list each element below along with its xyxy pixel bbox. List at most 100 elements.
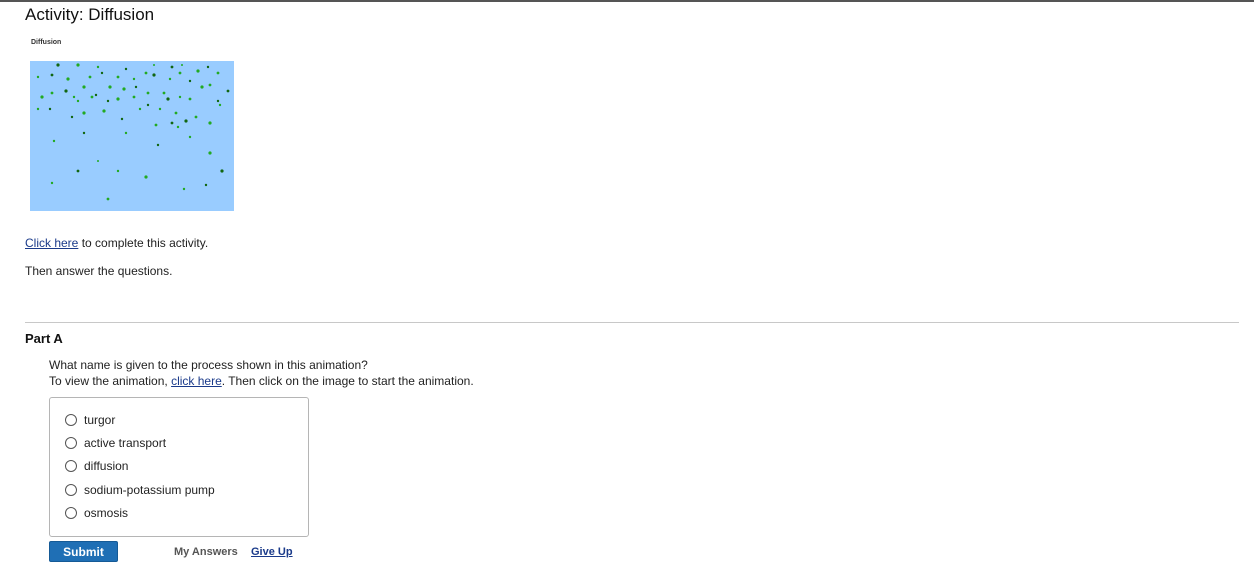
particle: [94, 93, 98, 97]
particle: [194, 115, 198, 119]
particle: [153, 64, 155, 66]
option-diffusion[interactable]: diffusion: [65, 457, 128, 475]
particle: [36, 75, 40, 79]
particle: [170, 121, 174, 125]
particle: [200, 85, 204, 89]
question-instructions: To view the animation, click here. Then …: [49, 374, 474, 388]
particle: [216, 99, 220, 103]
animation-label: Diffusion: [31, 39, 62, 46]
option-active-transport[interactable]: active transport: [65, 434, 166, 452]
particle: [182, 187, 186, 191]
particle: [176, 125, 180, 129]
part-title: Part A: [25, 331, 63, 346]
particle: [226, 89, 230, 93]
particle: [144, 71, 148, 75]
particle: [196, 69, 200, 73]
particle: [162, 91, 166, 95]
particle: [50, 181, 54, 185]
particle: [124, 67, 128, 71]
animation-link[interactable]: click here: [171, 374, 222, 388]
particle: [76, 99, 80, 103]
particle: [102, 109, 106, 113]
particle: [208, 151, 212, 155]
particle: [82, 111, 86, 115]
particle: [144, 175, 148, 179]
particle: [156, 143, 160, 147]
particle: [146, 91, 150, 95]
particle: [52, 139, 56, 143]
particle: [76, 63, 80, 67]
particle: [132, 95, 136, 99]
particle: [36, 107, 40, 111]
option-label: active transport: [84, 436, 167, 450]
particle: [82, 131, 86, 135]
particle: [116, 97, 120, 101]
particle: [204, 183, 208, 187]
particle: [82, 85, 86, 89]
particle: [218, 103, 222, 107]
particle: [97, 160, 99, 162]
question-instructions-suffix: . Then click on the image to start the a…: [221, 374, 474, 388]
particle: [64, 89, 68, 93]
give-up-link[interactable]: Give Up: [251, 546, 293, 558]
option-sodium-potassium-pump[interactable]: sodium-potassium pump: [65, 481, 215, 499]
particle: [66, 77, 70, 81]
particle: [188, 79, 192, 83]
particle: [208, 83, 212, 87]
answer-options-box: turgor active transport diffusion sodium…: [49, 397, 309, 537]
option-label: diffusion: [84, 459, 129, 473]
particle: [116, 169, 120, 173]
particle: [208, 121, 212, 125]
particle: [108, 85, 112, 89]
particle: [120, 117, 124, 121]
particle: [90, 95, 94, 99]
particle: [170, 65, 174, 69]
diffusion-particles-graphic: [36, 63, 230, 201]
particle: [124, 131, 128, 135]
instructions-text: Then answer the questions.: [25, 264, 173, 278]
particle: [50, 73, 54, 77]
particle: [181, 64, 183, 66]
particle: [216, 71, 220, 75]
top-border: [0, 0, 1254, 2]
particle: [132, 77, 136, 81]
particle: [188, 135, 192, 139]
radio-button[interactable]: [65, 414, 77, 426]
particle: [138, 107, 142, 111]
particle: [106, 99, 110, 103]
option-label: osmosis: [84, 506, 129, 520]
activity-link[interactable]: Click here: [25, 236, 78, 250]
particle: [100, 71, 104, 75]
option-label: sodium-potassium pump: [84, 483, 215, 497]
particle: [40, 95, 44, 99]
option-label: turgor: [84, 413, 116, 427]
option-turgor[interactable]: turgor: [65, 411, 115, 429]
option-osmosis[interactable]: osmosis: [65, 504, 128, 522]
particle: [174, 111, 178, 115]
radio-button[interactable]: [65, 484, 77, 496]
particle: [158, 107, 162, 111]
particle: [116, 75, 120, 79]
diffusion-animation-image[interactable]: [30, 61, 234, 211]
particle: [76, 169, 80, 173]
particle: [56, 63, 60, 67]
submit-button[interactable]: Submit: [49, 541, 118, 562]
radio-button[interactable]: [65, 460, 77, 472]
particle: [146, 103, 150, 107]
particle: [220, 169, 224, 173]
radio-button[interactable]: [65, 507, 77, 519]
particle: [106, 197, 110, 201]
question-instructions-prefix: To view the animation,: [49, 374, 172, 388]
particle: [122, 87, 126, 91]
particle: [72, 95, 76, 99]
radio-button[interactable]: [65, 437, 77, 449]
particle: [96, 65, 100, 69]
particle: [48, 107, 52, 111]
section-divider: [25, 322, 1239, 323]
question-text: What name is given to the process shown …: [49, 358, 368, 372]
particle: [152, 73, 156, 77]
page-title: Activity: Diffusion: [25, 5, 155, 24]
particle: [178, 95, 182, 99]
particle: [50, 91, 54, 95]
particle: [188, 97, 192, 101]
